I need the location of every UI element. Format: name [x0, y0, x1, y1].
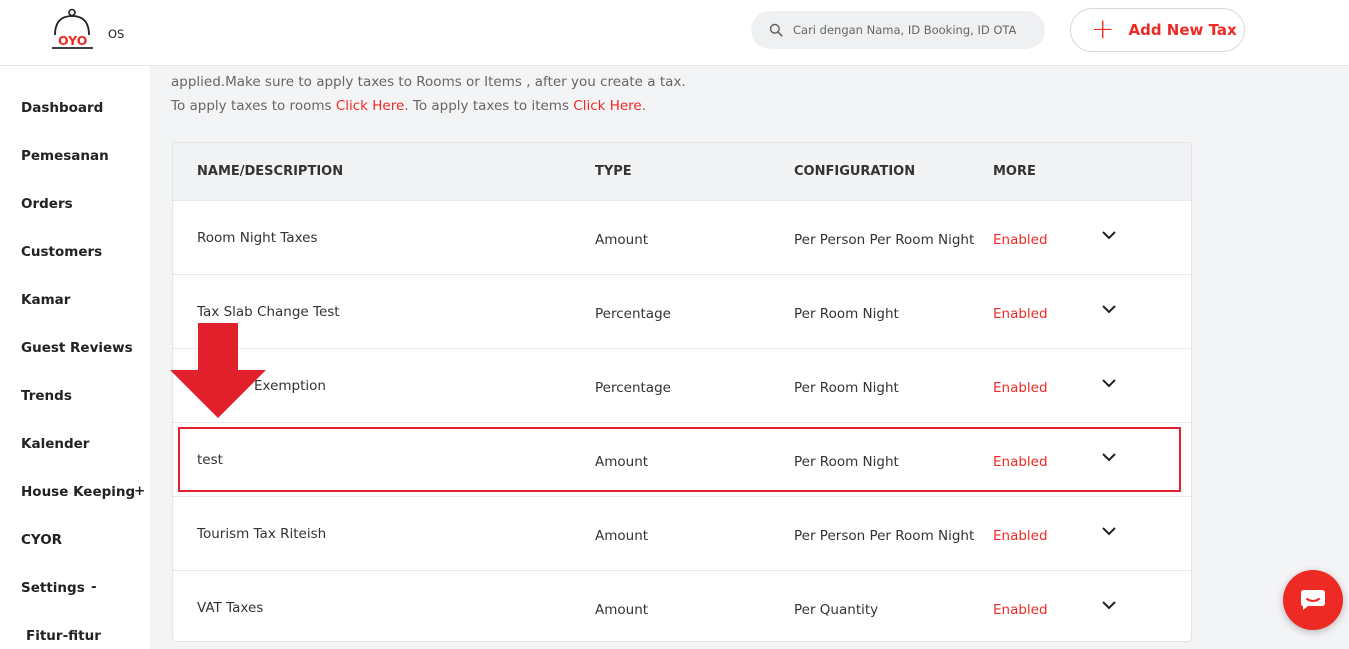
chat-button[interactable] — [1283, 570, 1343, 630]
sidebar-item-dashboard[interactable]: Dashboard — [21, 100, 103, 116]
tax-configuration: Per Person Per Room Night — [794, 232, 975, 248]
tax-configuration: Per Room Night — [794, 454, 899, 470]
tax-name: Room Night Taxes — [197, 230, 318, 246]
rooms-prefix: To apply taxes to rooms — [171, 98, 336, 114]
sidebar-item-label: Fitur-fitur — [26, 628, 101, 644]
chevron-down-icon[interactable] — [1101, 303, 1117, 315]
chevron-down-icon[interactable] — [1101, 377, 1117, 389]
add-new-tax-button[interactable]: + Add New Tax — [1070, 8, 1245, 52]
intro-line-2: applied.Make sure to apply taxes to Room… — [171, 74, 686, 90]
tax-configuration: Per Room Night — [794, 380, 899, 396]
status-badge: Enabled — [993, 602, 1048, 618]
logo-suffix: OS — [108, 27, 124, 41]
status-badge: Enabled — [993, 454, 1048, 470]
red-arrow-icon — [170, 323, 266, 418]
tax-configuration: Per Room Night — [794, 306, 899, 322]
table-row[interactable]: test Amount Per Room Night Enabled — [173, 422, 1191, 496]
top-bar: OYO OS + Add New Tax — [0, 0, 1349, 66]
intro-suffix: . — [641, 98, 647, 114]
table-row[interactable]: Tourism Tax Riteish Amount Per Person Pe… — [173, 496, 1191, 570]
status-badge: Enabled — [993, 380, 1048, 396]
plus-icon: + — [1091, 11, 1115, 45]
sidebar-item-label: Dashboard — [21, 100, 104, 116]
column-header-type: TYPE — [595, 164, 632, 179]
sidebar-item-fitur-fitur[interactable]: Fitur-fitur — [26, 628, 101, 644]
sidebar-item-label: Kalender — [21, 436, 90, 452]
sidebar-item-trends[interactable]: Trends — [21, 388, 72, 404]
add-new-tax-label: Add New Tax — [1128, 21, 1237, 39]
tax-name: Tourism Tax Riteish — [197, 526, 327, 542]
sidebar-item-label: Guest Reviews — [21, 340, 133, 356]
tax-type: Percentage — [595, 306, 671, 322]
tax-configuration: Per Quantity — [794, 602, 879, 618]
logo-text: OYO — [58, 33, 87, 48]
sidebar: Dashboard Pemesanan Orders Customers Kam… — [0, 66, 151, 649]
sidebar-item-label: CYOR — [21, 532, 63, 548]
search-bar[interactable] — [751, 11, 1045, 49]
column-header-configuration: CONFIGURATION — [794, 164, 916, 179]
tax-type: Amount — [595, 232, 649, 248]
tax-type: Amount — [595, 602, 649, 618]
taxes-table: NAME/DESCRIPTION TYPE CONFIGURATION MORE… — [172, 142, 1192, 642]
chevron-down-icon[interactable] — [1101, 451, 1117, 463]
collapse-icon[interactable]: - — [91, 579, 97, 595]
sidebar-item-house-keeping[interactable]: House Keeping + — [21, 483, 145, 500]
intro-line-3: To apply taxes to rooms Click Here. To a… — [171, 94, 1191, 118]
sidebar-item-kalender[interactable]: Kalender — [21, 436, 89, 452]
column-header-name: NAME/DESCRIPTION — [197, 164, 344, 179]
tax-configuration: Per Person Per Room Night — [794, 528, 975, 544]
tax-type: Amount — [595, 528, 649, 544]
apply-rooms-link[interactable]: Click Here — [336, 98, 404, 114]
sidebar-item-label: Customers — [21, 244, 103, 260]
table-row[interactable]: Room Night Taxes Amount Per Person Per R… — [173, 200, 1191, 274]
status-badge: Enabled — [993, 232, 1048, 248]
tax-name: Tax Slab Change Test — [197, 304, 340, 320]
table-row[interactable]: Exemption Percentage Per Room Night Enab… — [173, 348, 1191, 422]
column-header-more: MORE — [993, 164, 1036, 179]
chevron-down-icon[interactable] — [1101, 599, 1117, 611]
sidebar-item-orders[interactable]: Orders — [21, 196, 73, 212]
sidebar-item-label: Kamar — [21, 292, 71, 308]
table-row[interactable]: VAT Taxes Amount Per Quantity Enabled — [173, 570, 1191, 641]
status-badge: Enabled — [993, 306, 1048, 322]
apply-items-link[interactable]: Click Here — [573, 98, 641, 114]
oyo-os-logo[interactable]: OYO OS — [50, 8, 140, 54]
tax-type: Amount — [595, 454, 649, 470]
expand-icon[interactable]: + — [134, 483, 145, 499]
sidebar-item-label: Pemesanan — [21, 148, 109, 164]
items-prefix: . To apply taxes to items — [404, 98, 574, 114]
chat-icon — [1301, 590, 1325, 610]
chevron-down-icon[interactable] — [1101, 229, 1117, 241]
sidebar-item-settings[interactable]: Settings - — [21, 579, 97, 596]
sidebar-item-label: Orders — [21, 196, 73, 212]
sidebar-item-kamar[interactable]: Kamar — [21, 292, 70, 308]
table-row[interactable]: Tax Slab Change Test Percentage Per Room… — [173, 274, 1191, 348]
sidebar-item-label: House Keeping — [21, 484, 136, 500]
table-header: NAME/DESCRIPTION TYPE CONFIGURATION MORE — [173, 143, 1191, 200]
sidebar-item-customers[interactable]: Customers — [21, 244, 102, 260]
tax-name: VAT Taxes — [197, 600, 264, 616]
search-input[interactable] — [793, 23, 1033, 37]
sidebar-item-guest-reviews[interactable]: Guest Reviews — [21, 340, 133, 356]
sidebar-item-cyor[interactable]: CYOR — [21, 532, 62, 548]
tax-type: Percentage — [595, 380, 671, 396]
tax-name: test — [197, 452, 223, 468]
sidebar-item-pemesanan[interactable]: Pemesanan — [21, 148, 109, 164]
search-icon — [769, 23, 783, 37]
status-badge: Enabled — [993, 528, 1048, 544]
chevron-down-icon[interactable] — [1101, 525, 1117, 537]
sidebar-item-label: Trends — [21, 388, 72, 404]
sidebar-item-label: Settings — [21, 580, 85, 596]
